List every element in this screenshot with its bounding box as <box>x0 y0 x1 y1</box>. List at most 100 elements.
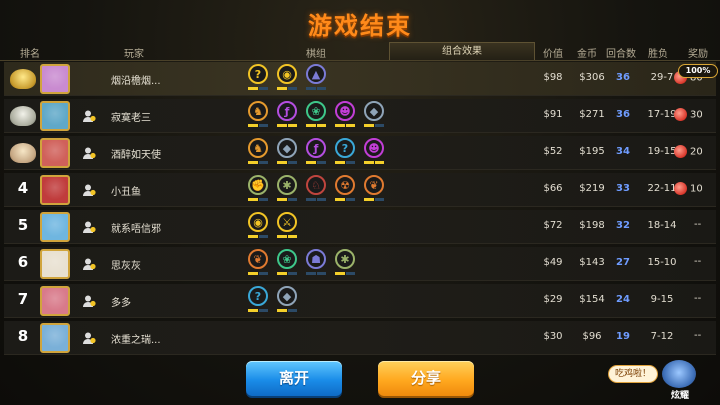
table-row[interactable]: 8 浓重之瑞... $30 $96 19 7-12 -- <box>4 321 716 355</box>
leave-button[interactable]: 离开 <box>246 361 342 396</box>
question-icon: ? <box>248 286 268 306</box>
table-row[interactable]: 烟沿檐烟...? ◉ ▲ $98 $306 36 29-7 80 <box>4 62 716 96</box>
record-cell: 9-15 <box>650 294 674 305</box>
trait-level-bars <box>277 198 297 201</box>
spider-icon: ✱ <box>335 249 355 269</box>
trait-spider[interactable]: ✱ <box>335 249 355 277</box>
trait-horn[interactable]: ♞ <box>248 101 268 129</box>
trait-question[interactable]: ? <box>335 138 355 166</box>
gold-cell: $143 <box>579 257 605 268</box>
trait-claw[interactable]: ƒ <box>306 138 326 166</box>
trait-knight[interactable]: ◆ <box>277 286 297 314</box>
table-row[interactable]: 7 多多? ◆ $29 $154 24 9-15 -- <box>4 284 716 318</box>
table-row[interactable]: 寂寞老三 ♞ ƒ ❀ ☻ ◆ $91 $271 36 17-19 30 <box>4 99 716 133</box>
trait-knight[interactable]: ◆ <box>364 101 384 129</box>
avatar[interactable] <box>40 286 70 316</box>
mascot-label: 炫耀 <box>670 391 689 401</box>
tab-combo-effects[interactable]: 组合效果 <box>389 42 535 60</box>
trait-demon[interactable]: ☻ <box>364 138 384 166</box>
avatar[interactable] <box>40 175 70 205</box>
trait-level-bars <box>335 198 355 201</box>
add-friend-icon[interactable] <box>82 294 96 308</box>
trait-leaf[interactable]: ❦ <box>248 249 268 277</box>
reward-amount: -- <box>694 219 702 230</box>
value-cell: $72 <box>543 220 563 231</box>
trait-fist[interactable]: ✊ <box>248 175 268 203</box>
gold-cell: $306 <box>579 72 605 83</box>
add-friend-icon[interactable] <box>82 331 96 345</box>
reward-amount: 10 <box>690 183 703 195</box>
header-reward: 奖励 <box>688 49 708 60</box>
rank-number: 6 <box>17 253 29 271</box>
trait-level-bars <box>306 124 326 127</box>
trait-mask[interactable]: ◉ <box>248 212 268 240</box>
rank-medal-icon <box>10 143 36 163</box>
add-friend-icon[interactable] <box>82 183 96 197</box>
mascot-show-off-button[interactable] <box>662 360 696 388</box>
rank-number: 5 <box>17 216 29 234</box>
trait-level-bars <box>306 161 326 164</box>
table-row[interactable]: 5 就系唔信邪 ◉ ⚔ $72 $198 32 18-14 -- <box>4 210 716 244</box>
trait-paw[interactable]: ❀ <box>277 249 297 277</box>
value-cell: $49 <box>543 257 563 268</box>
question-icon: ? <box>248 64 268 84</box>
header-rank: 排名 <box>20 49 40 60</box>
reward-cell: -- <box>694 219 720 230</box>
demon-icon: ☻ <box>364 138 384 158</box>
header-gold: 金币 <box>577 49 597 60</box>
reward-cell: -- <box>694 330 720 341</box>
rounds-cell: 33 <box>616 183 630 194</box>
player-name: 多多 <box>111 298 131 309</box>
add-friend-icon[interactable] <box>82 257 96 271</box>
trait-mask[interactable]: ◉ <box>277 64 297 92</box>
avatar[interactable] <box>40 212 70 242</box>
table-row[interactable]: 6 思灰灰 ❦ ❀ ☗ ✱ $49 $143 27 15-10 -- <box>4 247 716 281</box>
trait-level-bars <box>277 161 297 164</box>
share-button[interactable]: 分享 <box>378 361 474 396</box>
rounds-cell: 36 <box>616 72 630 83</box>
trait-paw[interactable]: ❀ <box>306 101 326 129</box>
trait-horse[interactable]: ♘ <box>306 175 326 203</box>
trait-wizard[interactable]: ☗ <box>306 249 326 277</box>
trait-beast[interactable]: ☢ <box>335 175 355 203</box>
avatar[interactable] <box>40 249 70 279</box>
player-name: 小丑鱼 <box>111 187 141 198</box>
rank-number: 8 <box>17 327 29 345</box>
trait-wizard-hat[interactable]: ▲ <box>306 64 326 92</box>
player-name: 浓重之瑞... <box>111 335 161 346</box>
trait-level-bars <box>306 198 326 201</box>
avatar[interactable] <box>40 64 70 94</box>
record-cell: 7-12 <box>650 331 674 342</box>
trait-level-bars <box>248 124 268 127</box>
avatar[interactable] <box>40 101 70 131</box>
table-row[interactable]: 酒醉如天使 ♞ ◆ ƒ? ☻ $52 $195 34 19-15 20 <box>4 136 716 170</box>
rank-number: 4 <box>17 179 29 197</box>
spider-icon: ✱ <box>277 175 297 195</box>
trait-question[interactable]: ? <box>248 286 268 314</box>
trait-spider[interactable]: ✱ <box>277 175 297 203</box>
avatar[interactable] <box>40 138 70 168</box>
add-friend-icon[interactable] <box>82 109 96 123</box>
trait-leaf[interactable]: ❦ <box>364 175 384 203</box>
blades-icon: ⚔ <box>277 212 297 232</box>
trait-horn[interactable]: ♞ <box>248 138 268 166</box>
player-name: 就系唔信邪 <box>111 224 161 235</box>
trait-claw[interactable]: ƒ <box>277 101 297 129</box>
trait-level-bars <box>306 87 326 90</box>
value-cell: $52 <box>543 146 563 157</box>
demon-icon: ☻ <box>335 101 355 121</box>
trait-knight[interactable]: ◆ <box>277 138 297 166</box>
player-name: 思灰灰 <box>111 261 141 272</box>
beast-icon: ☢ <box>335 175 355 195</box>
table-row[interactable]: 4 小丑鱼 ✊ ✱ ♘ ☢ ❦ $66 $219 33 22-11 10 <box>4 173 716 207</box>
add-friend-icon[interactable] <box>82 146 96 160</box>
question-icon: ? <box>335 138 355 158</box>
avatar[interactable] <box>40 323 70 353</box>
trait-demon[interactable]: ☻ <box>335 101 355 129</box>
game-over-title: 游戏结束 <box>308 12 412 40</box>
leaf-icon: ❦ <box>364 175 384 195</box>
trait-level-bars <box>277 235 297 238</box>
trait-blades[interactable]: ⚔ <box>277 212 297 240</box>
trait-question[interactable]: ? <box>248 64 268 92</box>
add-friend-icon[interactable] <box>82 220 96 234</box>
